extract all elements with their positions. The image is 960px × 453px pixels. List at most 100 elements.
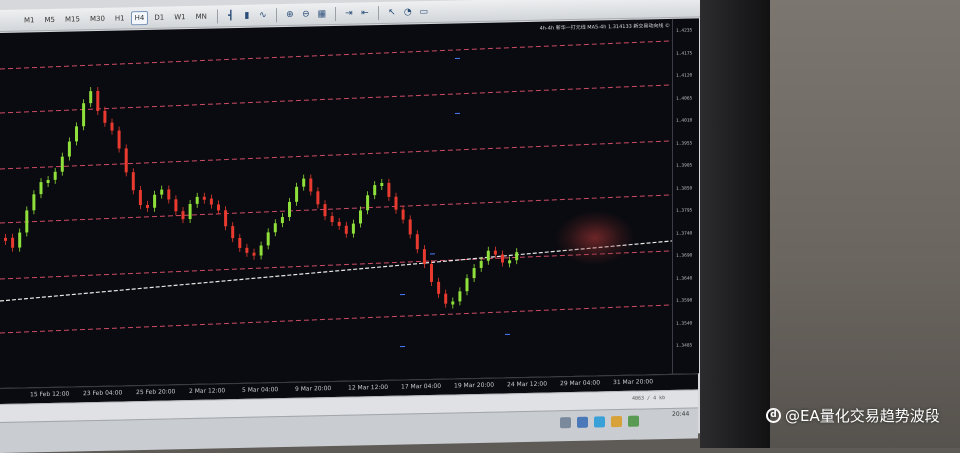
grid-icon[interactable]: ▦ (315, 7, 329, 21)
watermark: d @EA量化交易趋势波段 (766, 403, 940, 427)
price-tick-label: 1.3850 (676, 186, 692, 191)
candle-body (210, 199, 213, 205)
candle-body (430, 264, 433, 282)
price-chart[interactable] (0, 19, 672, 388)
monitor-bezel (700, 0, 770, 448)
watermark-text: @EA量化交易趋势波段 (785, 405, 940, 426)
candle-body (146, 205, 149, 208)
candle-body (451, 301, 454, 304)
candle-body (281, 217, 284, 223)
candle-body (366, 195, 369, 210)
candle-body (103, 111, 106, 123)
candle-body (68, 142, 71, 157)
app-icon[interactable] (628, 416, 639, 427)
price-tick-label: 1.3955 (676, 141, 692, 146)
timeframe-h4[interactable]: H4 (131, 10, 149, 24)
candle-body (466, 278, 469, 291)
autoscroll-icon[interactable]: ⇥ (342, 6, 356, 20)
candle-body (309, 178, 312, 191)
toolbar-separator (217, 9, 218, 23)
candle-body (189, 204, 192, 219)
time-tick-label: 24 Mar 12:00 (507, 381, 547, 389)
time-tick-label: 25 Feb 20:00 (136, 388, 175, 396)
zoom-in-icon[interactable]: ⊕ (283, 7, 297, 21)
candle-body (167, 189, 170, 199)
timeframe-m30[interactable]: M30 (86, 11, 109, 25)
candle-body (89, 91, 92, 103)
douyin-logo-icon: d (766, 408, 781, 423)
candle-body (196, 197, 199, 204)
candle-body (61, 157, 64, 172)
candle-body (487, 251, 490, 261)
timeframe-m15[interactable]: M15 (61, 12, 84, 26)
candle-body (345, 226, 348, 234)
candle-body (501, 254, 504, 262)
app-icon[interactable] (594, 416, 605, 427)
candle-body (231, 226, 234, 238)
candle-body (267, 232, 270, 245)
price-tick-label: 1.4010 (676, 118, 692, 123)
time-tick-label: 2 Mar 12:00 (189, 387, 225, 395)
chart-shift-icon[interactable]: ⇤ (358, 6, 372, 20)
candle-body (40, 182, 43, 194)
candle-body (203, 197, 206, 200)
time-tick-label: 12 Mar 12:00 (348, 384, 388, 392)
candle-body (437, 282, 440, 294)
candle-body (25, 210, 28, 232)
zoom-out-icon[interactable]: ⊖ (299, 7, 313, 21)
candle-body (409, 219, 412, 234)
time-tick-label: 5 Mar 04:00 (242, 386, 278, 394)
candle-body (373, 185, 376, 195)
time-tick-label: 31 Mar 20:00 (613, 378, 653, 386)
app-icon[interactable] (577, 417, 588, 428)
candle-body (182, 211, 185, 219)
candle-body (75, 126, 78, 141)
candle-body (224, 210, 227, 226)
candle-body (515, 252, 518, 260)
candlestick-chart (0, 19, 672, 388)
cursor-icon[interactable]: ↖ (385, 5, 399, 19)
candle-body (217, 204, 220, 210)
timeframe-mn[interactable]: MN (192, 9, 211, 23)
timeframe-w1[interactable]: W1 (170, 10, 189, 24)
app-icon[interactable] (611, 416, 622, 427)
price-tick-label: 1.3740 (676, 231, 692, 236)
candle-body (96, 91, 99, 111)
price-tick-label: 1.3690 (676, 253, 692, 258)
template-icon[interactable]: ▭ (417, 4, 431, 18)
app-icon[interactable] (560, 417, 571, 428)
price-tick-label: 1.3905 (676, 163, 692, 168)
price-tick-label: 1.4120 (676, 73, 692, 78)
toolbar-separator (378, 6, 379, 20)
candle-body (494, 251, 497, 255)
time-tick-label: 15 Feb 12:00 (30, 391, 69, 399)
timeframe-h1[interactable]: H1 (111, 11, 129, 25)
candle-body (338, 222, 341, 226)
timeframe-m1[interactable]: M1 (20, 13, 39, 27)
timeframe-m5[interactable]: M5 (41, 12, 60, 26)
price-tick-label: 1.3795 (676, 208, 692, 213)
candle-body (423, 249, 426, 264)
candle-body (153, 195, 156, 208)
candle-body (174, 199, 177, 211)
candle-body (111, 123, 114, 131)
period-icon[interactable]: ◔ (401, 5, 415, 19)
price-tick-label: 1.3590 (676, 298, 692, 303)
monitor-screen: M1 M5 M15 M30 H1 H4 D1 W1 MN ┫ ▮ ∿ ⊕ ⊖ ▦… (0, 0, 700, 448)
time-tick-label: 17 Mar 04:00 (401, 383, 441, 391)
level-line (0, 141, 672, 169)
level-line (0, 85, 672, 113)
timeframe-d1[interactable]: D1 (150, 10, 168, 24)
price-tick-label: 1.4065 (676, 96, 692, 101)
candle-body (54, 172, 57, 180)
candle-body (32, 194, 35, 210)
line-chart-icon[interactable]: ∿ (256, 8, 270, 22)
candle-body (160, 190, 163, 195)
candle-body (260, 245, 263, 255)
price-axis: 1.42351.41751.41201.40651.40101.39551.39… (672, 18, 699, 374)
candle-body (274, 223, 277, 232)
level-line (0, 41, 672, 69)
candlestick-icon[interactable]: ▮ (240, 8, 254, 22)
candle-body (316, 191, 319, 204)
bar-chart-icon[interactable]: ┫ (224, 9, 238, 23)
